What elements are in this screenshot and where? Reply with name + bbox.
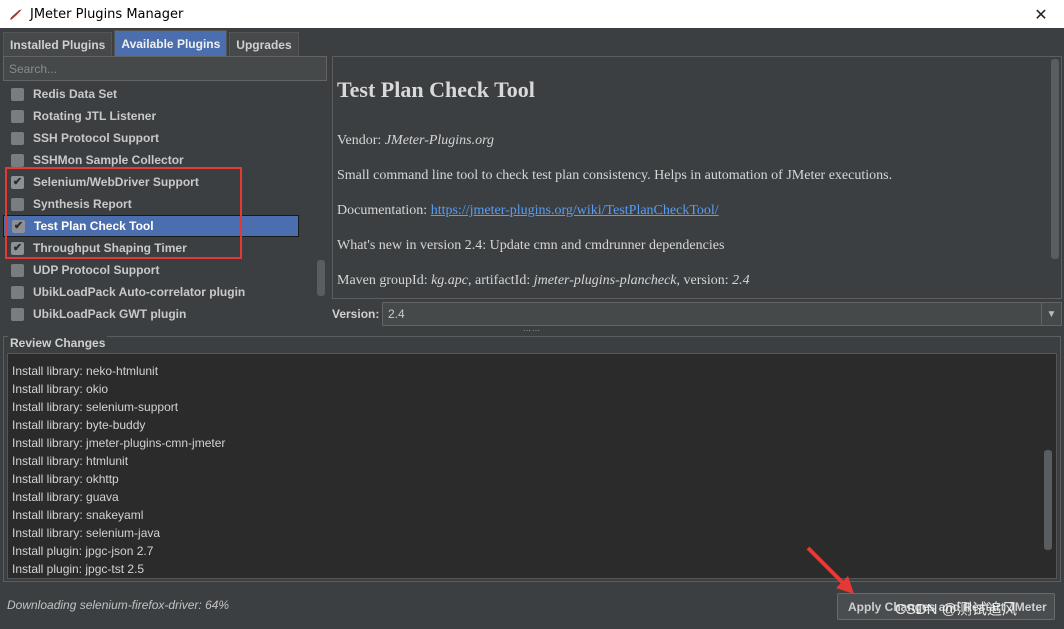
documentation-label: Documentation: — [337, 203, 428, 218]
maven-version-label: , version: — [676, 273, 729, 288]
plugin-description: Small command line tool to check test pl… — [337, 168, 893, 183]
log-line: Install library: htmlunit — [12, 454, 129, 468]
log-line: Install library: okio — [12, 382, 109, 396]
plugin-label: UbikLoadPack GWT plugin — [33, 307, 187, 321]
plugin-label: UDP Protocol Support — [33, 263, 160, 277]
plugin-checkbox[interactable] — [11, 109, 24, 123]
plugin-label: SSH Protocol Support — [33, 131, 159, 145]
plugin-checkbox[interactable] — [11, 263, 24, 277]
annotation-highlight-box — [5, 167, 242, 259]
plugin-checkbox[interactable] — [11, 285, 24, 299]
log-line: Install library: byte-buddy — [12, 418, 146, 432]
maven-version-value: 2.4 — [732, 273, 750, 288]
split-pane-divider[interactable]: ⋯⋯ — [0, 327, 1064, 335]
plugin-item-redis-data-set[interactable]: Redis Data Set — [3, 83, 313, 105]
maven-artifact-label: , artifactId: — [468, 273, 531, 288]
review-changes-title: Review Changes — [8, 336, 108, 350]
plugin-item-ubikloadpack-gwt[interactable]: UbikLoadPack GWT plugin — [3, 303, 313, 325]
plugin-maven-info: Maven groupId: kg.apc, artifactId: jmete… — [337, 273, 750, 289]
plugin-checkbox[interactable] — [11, 307, 24, 321]
log-line: Install plugin: jpgc-tst 2.5 — [12, 562, 145, 576]
download-status: Downloading selenium-firefox-driver: 64% — [7, 598, 230, 612]
plugin-item-udp-protocol-support[interactable]: UDP Protocol Support — [3, 259, 313, 281]
plugin-documentation: Documentation: https://jmeter-plugins.or… — [337, 203, 719, 219]
plugin-label: UbikLoadPack Auto-correlator plugin — [33, 285, 246, 299]
plugin-detail-title: Test Plan Check Tool — [337, 77, 535, 102]
log-line: Install library: snakeyaml — [12, 508, 144, 522]
scrollbar-thumb[interactable] — [1051, 59, 1059, 259]
version-value: 2.4 — [388, 307, 405, 321]
vendor-value: JMeter-Plugins.org — [384, 133, 495, 148]
scrollbar-thumb[interactable] — [317, 260, 325, 296]
plugin-list-scrollbar[interactable] — [315, 83, 327, 326]
documentation-link[interactable]: https://jmeter-plugins.org/wiki/TestPlan… — [431, 203, 719, 218]
plugin-label: Redis Data Set — [33, 87, 118, 101]
tab-upgrades[interactable]: Upgrades — [229, 32, 299, 56]
watermark-text: CSDN @测试追风 — [895, 601, 1017, 618]
detail-scrollbar[interactable] — [1049, 57, 1061, 298]
annotation-arrow-icon — [806, 546, 854, 594]
window-titlebar: JMeter Plugins Manager ✕ — [0, 0, 1064, 28]
maven-group-value: kg.apc — [431, 273, 469, 288]
plugin-item-rotating-jtl-listener[interactable]: Rotating JTL Listener — [3, 105, 313, 127]
log-line: Install library: selenium-support — [12, 400, 179, 414]
review-changes-log: Install library: neko-htmlunit Install l… — [7, 353, 1057, 579]
scrollbar-thumb[interactable] — [1044, 450, 1052, 550]
plugin-detail-panel: Test Plan Check Tool Vendor: JMeter-Plug… — [332, 56, 1062, 299]
plugin-checkbox[interactable] — [11, 87, 24, 101]
tab-bar: Installed Plugins Available Plugins Upgr… — [0, 28, 1064, 56]
version-row: Version: 2.4 ▼ — [332, 301, 1062, 326]
close-button[interactable]: ✕ — [1018, 0, 1064, 28]
plugin-item-ssh-protocol-support[interactable]: SSH Protocol Support — [3, 127, 313, 149]
version-label: Version: — [332, 306, 380, 321]
grip-dots-icon[interactable]: ⋯⋯ — [523, 327, 541, 335]
plugin-checkbox[interactable] — [11, 153, 24, 167]
plugin-checkbox[interactable] — [11, 131, 24, 145]
plugin-label: SSHMon Sample Collector — [33, 153, 184, 167]
review-scrollbar[interactable] — [1042, 354, 1054, 578]
chevron-down-icon[interactable]: ▼ — [1041, 303, 1061, 325]
window-title: JMeter Plugins Manager — [30, 6, 184, 22]
maven-artifact-value: jmeter-plugins-plancheck — [533, 273, 677, 288]
review-changes-panel: Review Changes Install library: neko-htm… — [3, 336, 1061, 582]
plugin-label: Rotating JTL Listener — [33, 109, 157, 123]
tab-available-plugins[interactable]: Available Plugins — [114, 30, 228, 56]
tab-installed-plugins[interactable]: Installed Plugins — [3, 32, 113, 56]
log-line: Install library: okhttp — [12, 472, 119, 486]
log-line: Install library: neko-htmlunit — [12, 364, 159, 378]
plugin-vendor: Vendor: JMeter-Plugins.org — [337, 133, 494, 149]
vendor-label: Vendor: — [337, 133, 382, 148]
jmeter-feather-icon — [8, 6, 24, 22]
log-line: Install library: guava — [12, 490, 119, 504]
search-input[interactable] — [3, 56, 327, 81]
log-line: Install library: jmeter-plugins-cmn-jmet… — [12, 436, 226, 450]
log-line: Install library: selenium-java — [12, 526, 161, 540]
plugin-whats-new: What's new in version 2.4: Update cmn an… — [337, 238, 725, 253]
plugin-item-ubikloadpack-auto-correlator[interactable]: UbikLoadPack Auto-correlator plugin — [3, 281, 313, 303]
log-line: Install plugin: jpgc-json 2.7 — [12, 544, 154, 558]
maven-group-label: Maven groupId: — [337, 273, 428, 288]
version-select[interactable]: 2.4 ▼ — [382, 302, 1062, 326]
